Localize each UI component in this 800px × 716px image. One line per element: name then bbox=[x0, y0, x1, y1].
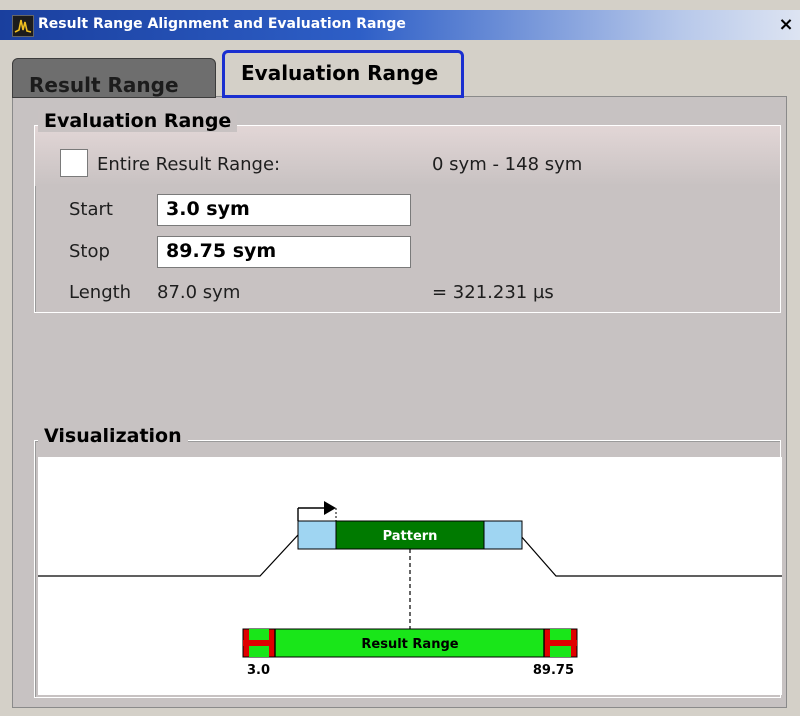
tab-result-range[interactable]: Result Range bbox=[12, 58, 216, 98]
entire-result-range-label: Entire Result Range: bbox=[97, 154, 281, 175]
pattern-right-edge bbox=[483, 520, 523, 550]
stop-input[interactable]: 89.75 sym bbox=[157, 236, 411, 268]
start-label: Start bbox=[69, 199, 113, 220]
length-value: 87.0 sym bbox=[157, 282, 241, 303]
start-input[interactable]: 3.0 sym bbox=[157, 194, 411, 226]
stop-label: Stop bbox=[69, 241, 110, 262]
start-marker-value: 3.0 bbox=[247, 663, 270, 678]
evaluation-range-title: Evaluation Range bbox=[38, 110, 238, 132]
close-icon[interactable]: × bbox=[774, 13, 798, 37]
stop-marker-value: 89.75 bbox=[533, 663, 574, 678]
tab-evaluation-range[interactable]: Evaluation Range bbox=[222, 50, 464, 98]
visualization-title: Visualization bbox=[38, 425, 188, 447]
visualization-canvas: Pattern Result Range 3.0 89.75 bbox=[38, 457, 782, 695]
window-title: Result Range Alignment and Evaluation Ra… bbox=[38, 16, 406, 32]
entire-range-value: 0 sym - 148 sym bbox=[432, 154, 583, 175]
spectrum-icon bbox=[12, 15, 34, 37]
dialog-window: Result Range Alignment and Evaluation Ra… bbox=[0, 0, 800, 716]
pattern-left-edge bbox=[297, 520, 337, 550]
pattern-label: Pattern bbox=[383, 529, 438, 544]
entire-result-range-checkbox[interactable] bbox=[60, 149, 88, 177]
start-marker bbox=[242, 628, 276, 658]
result-range-label: Result Range bbox=[361, 637, 458, 652]
stop-marker bbox=[543, 628, 578, 658]
title-bar[interactable]: Result Range Alignment and Evaluation Ra… bbox=[0, 10, 800, 40]
right-arrow-icon bbox=[297, 501, 337, 521]
length-label: Length bbox=[69, 282, 132, 303]
length-time: = 321.231 µs bbox=[432, 282, 554, 303]
